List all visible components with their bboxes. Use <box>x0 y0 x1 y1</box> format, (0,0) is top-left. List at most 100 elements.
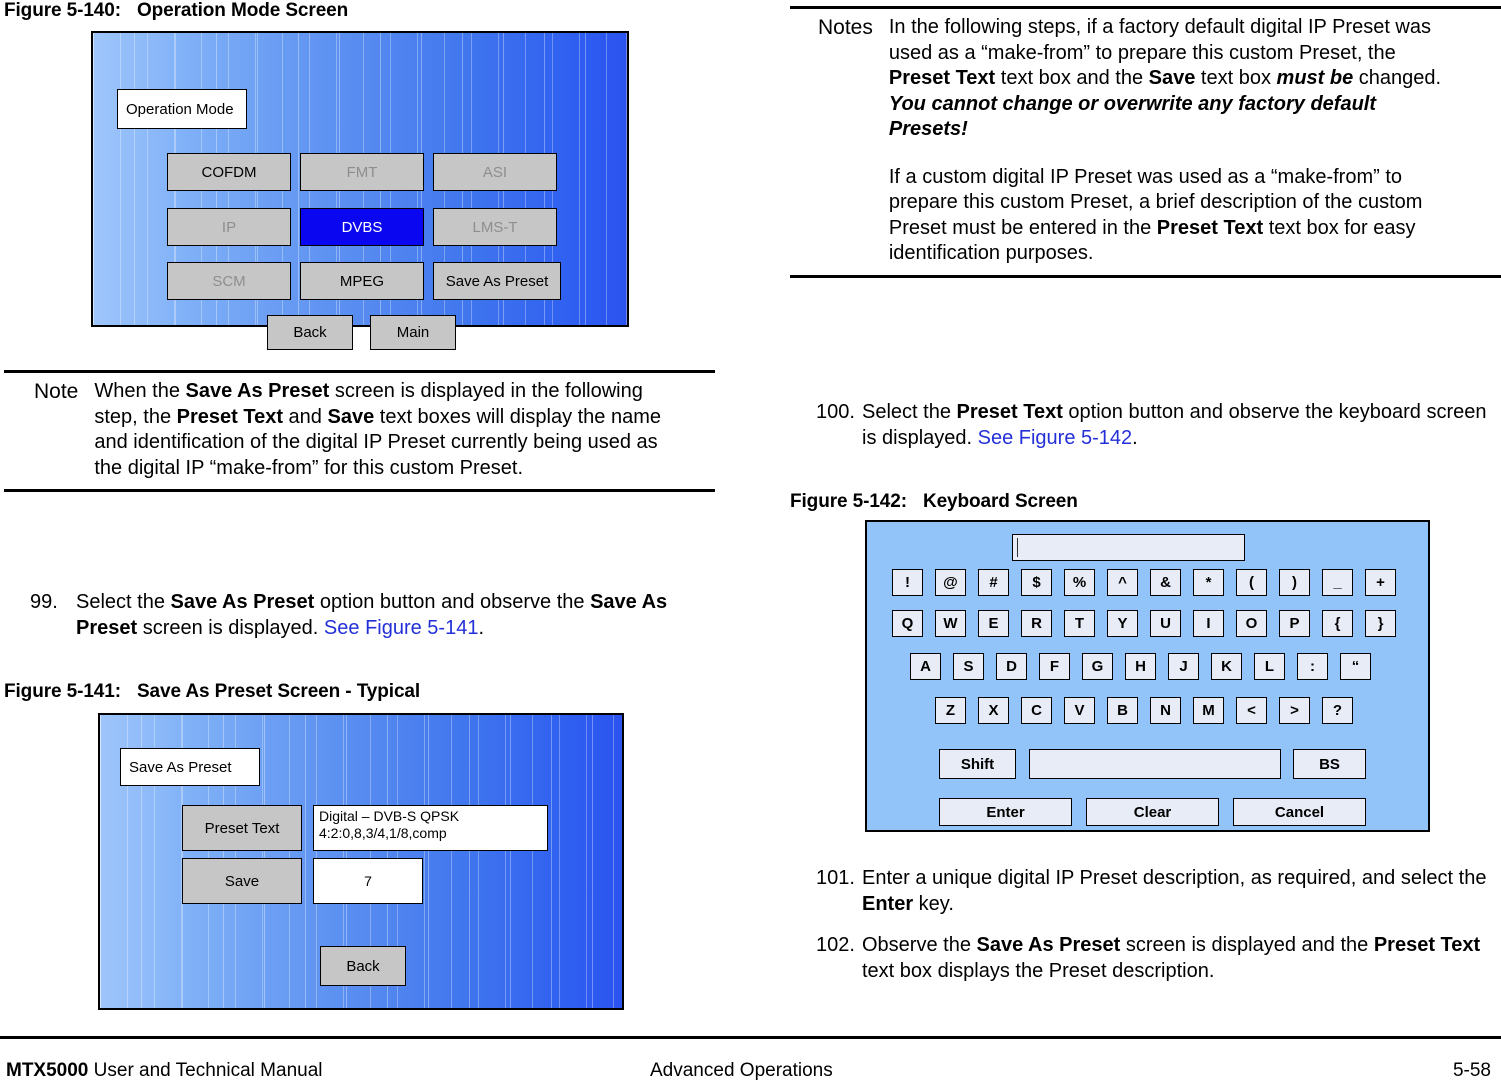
key-[interactable]: ( <box>1236 569 1267 596</box>
text-run: and <box>283 405 328 428</box>
key-shift[interactable]: Shift <box>939 749 1016 779</box>
key-Y[interactable]: Y <box>1107 610 1138 637</box>
key-[interactable]: + <box>1365 569 1396 596</box>
note-paragraph: If a custom digital IP Preset was used a… <box>889 165 1454 267</box>
nav-button-back[interactable]: Back <box>320 946 406 986</box>
key-[interactable]: ? <box>1322 697 1353 724</box>
key-K[interactable]: K <box>1211 653 1242 680</box>
preset-text-button[interactable]: Preset Text <box>182 805 302 851</box>
key-backspace[interactable]: BS <box>1293 749 1366 779</box>
key-[interactable]: * <box>1193 569 1224 596</box>
key-space[interactable] <box>1029 749 1281 779</box>
key-clear[interactable]: Clear <box>1086 798 1219 826</box>
key-D[interactable]: D <box>996 653 1027 680</box>
key-I[interactable]: I <box>1193 610 1224 637</box>
key-[interactable]: : <box>1297 653 1328 680</box>
key-[interactable]: { <box>1322 610 1353 637</box>
mode-button-fmt[interactable]: FMT <box>300 153 424 191</box>
key-T[interactable]: T <box>1064 610 1095 637</box>
key-E[interactable]: E <box>978 610 1009 637</box>
key-[interactable]: _ <box>1322 569 1353 596</box>
key-G[interactable]: G <box>1082 653 1113 680</box>
key-U[interactable]: U <box>1150 610 1181 637</box>
note-rule-bottom <box>4 489 715 492</box>
key-[interactable]: $ <box>1021 569 1052 596</box>
emphasis-bold: Enter <box>862 892 914 915</box>
step-102: 102. Observe the Save As Preset screen i… <box>790 933 1501 984</box>
key-L[interactable]: L <box>1254 653 1285 680</box>
key-[interactable]: ) <box>1279 569 1310 596</box>
key-[interactable]: ^ <box>1107 569 1138 596</box>
mode-button-asi[interactable]: ASI <box>433 153 557 191</box>
key-B[interactable]: B <box>1107 697 1138 724</box>
figure-5-140-number: Figure 5-140: <box>4 0 121 21</box>
step-101-number: 101. <box>816 867 855 889</box>
key-[interactable]: ! <box>892 569 923 596</box>
key-A[interactable]: A <box>910 653 941 680</box>
text-run: key. <box>913 892 954 915</box>
text-run: When the <box>94 380 186 402</box>
key-Z[interactable]: Z <box>935 697 966 724</box>
key-[interactable]: < <box>1236 697 1267 724</box>
mode-button-lms-t[interactable]: LMS-T <box>433 208 557 246</box>
key-P[interactable]: P <box>1279 610 1310 637</box>
keyboard-screen: ! @ # $% ^ & * () _ + Q W E R T Y U I O P {} A S D F G H J K L: “ ZX… <box>865 520 1430 832</box>
key-M[interactable]: M <box>1193 697 1224 724</box>
emphasis-bold: Preset Text <box>888 67 996 89</box>
key-[interactable]: } <box>1365 610 1396 637</box>
note-label: Note <box>34 380 79 403</box>
key-[interactable]: % <box>1064 569 1095 596</box>
screen-title-box: Save As Preset <box>120 748 260 786</box>
key-[interactable]: & <box>1150 569 1181 596</box>
cross-reference-link[interactable]: See Figure 5-142 <box>978 427 1133 449</box>
page-footer: MTX5000 User and Technical Manual Advanc… <box>0 1060 1501 1086</box>
emphasis-bold: Preset Text <box>1373 934 1481 956</box>
emphasis-bold: Save <box>1148 67 1196 89</box>
emphasis-bold: Save <box>327 405 375 428</box>
key-X[interactable]: X <box>978 697 1009 724</box>
cross-reference-link[interactable]: See Figure 5-141 <box>324 617 479 639</box>
step-100-text: Select the Preset Text option button and… <box>862 400 1501 451</box>
mode-button-save-as-preset[interactable]: Save As Preset <box>433 262 561 300</box>
key-enter[interactable]: Enter <box>939 798 1072 826</box>
emphasis-bold: Preset Text <box>956 401 1063 423</box>
key-cancel[interactable]: Cancel <box>1233 798 1366 826</box>
mode-button-cofdm[interactable]: COFDM <box>167 153 291 191</box>
key-W[interactable]: W <box>935 610 966 637</box>
save-value[interactable]: 7 <box>313 858 423 904</box>
key-N[interactable]: N <box>1150 697 1181 724</box>
text-run: text box and the <box>995 67 1149 89</box>
key-J[interactable]: J <box>1168 653 1199 680</box>
notes-text: In the following steps, if a factory def… <box>889 15 1454 267</box>
nav-button-main[interactable]: Main <box>370 315 456 350</box>
step-101-text: Enter a unique digital IP Preset descrip… <box>862 866 1501 917</box>
key-[interactable]: “ <box>1340 653 1371 680</box>
key-Q[interactable]: Q <box>892 610 923 637</box>
mode-button-ip[interactable]: IP <box>167 208 291 246</box>
save-as-preset-screen: Save As Preset Preset Text Digital – DVB… <box>98 713 624 1010</box>
key-O[interactable]: O <box>1236 610 1267 637</box>
key-[interactable]: @ <box>935 569 966 596</box>
operation-mode-screen: Operation Mode COFDM FMT ASI IP DVBS LMS… <box>91 31 629 350</box>
key-[interactable]: > <box>1279 697 1310 724</box>
key-S[interactable]: S <box>953 653 984 680</box>
nav-button-back[interactable]: Back <box>267 315 353 350</box>
footer-page-number: 5-58 <box>1452 1060 1491 1081</box>
step-100-number: 100. <box>816 401 855 423</box>
mode-button-mpeg[interactable]: MPEG <box>300 262 424 300</box>
keyboard-text-display[interactable] <box>1012 534 1245 561</box>
key-F[interactable]: F <box>1039 653 1070 680</box>
key-C[interactable]: C <box>1021 697 1052 724</box>
key-[interactable]: # <box>978 569 1009 596</box>
footer-section: Advanced Operations <box>650 1060 833 1081</box>
key-V[interactable]: V <box>1064 697 1095 724</box>
preset-text-value[interactable]: Digital – DVB-S QPSK 4:2:0,8,3/4,1/8,com… <box>313 805 548 851</box>
text-run: text box <box>1195 67 1277 89</box>
save-button[interactable]: Save <box>182 858 302 904</box>
key-H[interactable]: H <box>1125 653 1156 680</box>
mode-button-scm[interactable]: SCM <box>167 262 291 300</box>
key-R[interactable]: R <box>1021 610 1052 637</box>
notes-block-right: Notes In the following steps, if a facto… <box>790 6 1501 278</box>
note-paragraph: When the Save As Preset screen is displa… <box>94 379 669 481</box>
mode-button-dvbs[interactable]: DVBS <box>300 208 424 246</box>
